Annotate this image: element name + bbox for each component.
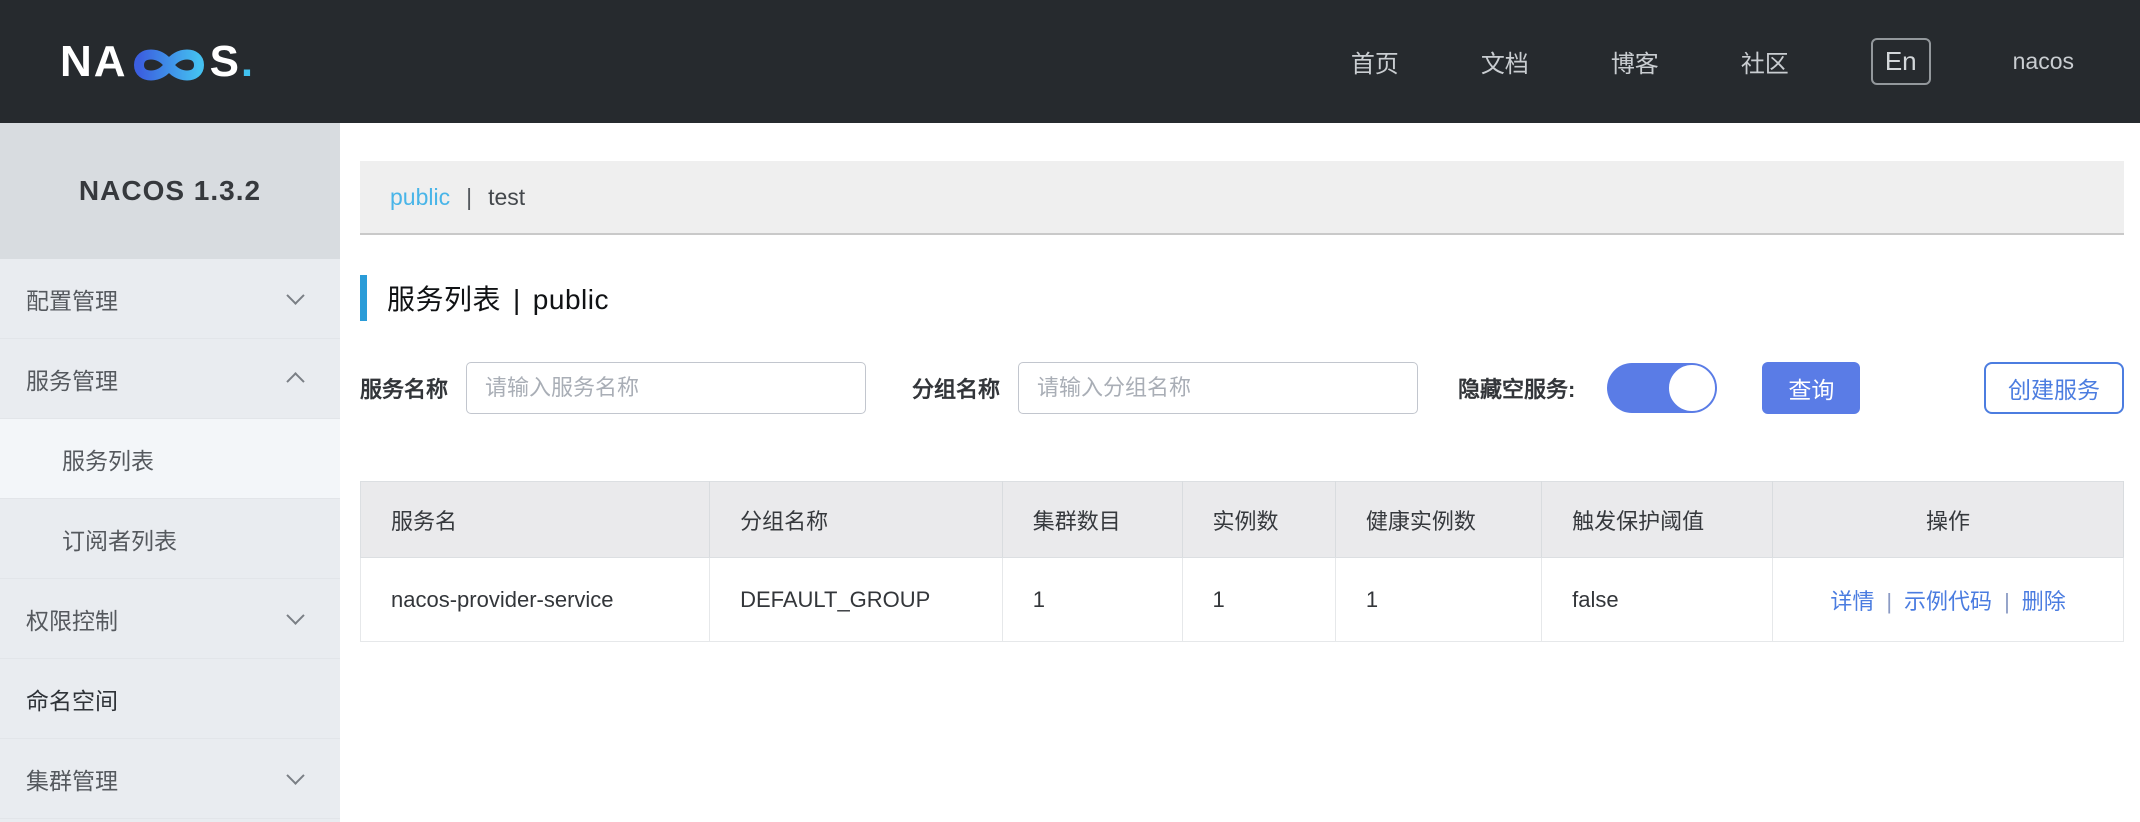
- main-content: public | test 服务列表|public 服务名称 分组名称 隐藏空服…: [340, 123, 2140, 822]
- sidebar-version: NACOS 1.3.2: [0, 123, 340, 259]
- top-nav: 首页 文档 博客 社区 En nacos: [1351, 38, 2074, 85]
- chevron-up-icon: [286, 372, 305, 391]
- cell-service-name: nacos-provider-service: [359, 557, 711, 642]
- table-row: nacos-provider-service DEFAULT_GROUP 1 1…: [359, 557, 2124, 642]
- page-title-text: 服务列表: [387, 283, 502, 315]
- cell-group-name: DEFAULT_GROUP: [709, 557, 1003, 642]
- username[interactable]: nacos: [2013, 48, 2074, 75]
- col-operations: 操作: [1772, 481, 2124, 558]
- delete-link[interactable]: 删除: [2022, 589, 2066, 614]
- sidebar-item-subscriber-list[interactable]: 订阅者列表: [0, 499, 340, 579]
- infinity-icon: [133, 49, 204, 80]
- namespace-tab-test[interactable]: test: [488, 184, 525, 211]
- nav-home[interactable]: 首页: [1351, 44, 1399, 79]
- sidebar-item-permission-control[interactable]: 权限控制: [0, 579, 340, 659]
- nav-docs[interactable]: 文档: [1481, 44, 1529, 79]
- page-title-namespace: public: [532, 283, 609, 315]
- service-name-label: 服务名称: [360, 377, 449, 402]
- cell-instance-count: 1: [1181, 557, 1336, 642]
- title-accent-bar: [360, 274, 367, 321]
- cell-healthy-instance-count: 1: [1334, 557, 1543, 642]
- sidebar-menu: 配置管理 服务管理 服务列表 订阅者列表 权限控制 命名空间 集群管理: [0, 259, 340, 819]
- group-name-input[interactable]: [1018, 362, 1419, 414]
- hide-empty-service-toggle[interactable]: [1607, 363, 1718, 413]
- chevron-down-icon: [286, 766, 305, 785]
- namespace-tab-bar: public | test: [360, 161, 2124, 235]
- nav-community[interactable]: 社区: [1741, 44, 1789, 79]
- logo-text-s: S: [209, 36, 241, 86]
- sidebar-item-cluster-management[interactable]: 集群管理: [0, 739, 340, 819]
- sidebar-item-config-management[interactable]: 配置管理: [0, 259, 340, 339]
- service-name-input[interactable]: [466, 362, 867, 414]
- sidebar: NACOS 1.3.2 配置管理 服务管理 服务列表 订阅者列表 权限控制 命名…: [0, 123, 340, 822]
- nav-blog[interactable]: 博客: [1611, 44, 1659, 79]
- chevron-down-icon: [286, 286, 305, 305]
- toggle-knob: [1668, 364, 1717, 412]
- cell-protect-threshold: false: [1541, 557, 1774, 642]
- col-cluster-count: 集群数目: [1002, 481, 1183, 558]
- nacos-console: NA S . 首页 文档 博客 社区 En nacos NACOS 1.3.2 …: [0, 0, 2140, 822]
- col-group-name: 分组名称: [709, 481, 1003, 558]
- col-service-name: 服务名: [359, 481, 711, 558]
- sidebar-item-namespace[interactable]: 命名空间: [0, 659, 340, 739]
- col-protect-threshold: 触发保护阈值: [1541, 481, 1774, 558]
- sample-code-link[interactable]: 示例代码: [1904, 589, 1992, 614]
- service-table: 服务名 分组名称 集群数目 实例数 健康实例数 触发保护阈值 操作 nacos-…: [359, 481, 2124, 642]
- create-service-button[interactable]: 创建服务: [1984, 362, 2124, 414]
- sidebar-item-service-management[interactable]: 服务管理: [0, 339, 340, 419]
- hide-empty-service-label: 隐藏空服务:: [1458, 377, 1576, 402]
- col-healthy-instance-count: 健康实例数: [1335, 481, 1543, 558]
- sidebar-item-service-list[interactable]: 服务列表: [0, 419, 340, 499]
- namespace-separator: |: [466, 183, 473, 210]
- logo-text-na: NA: [60, 36, 128, 86]
- query-button[interactable]: 查询: [1762, 362, 1861, 414]
- table-header: 服务名 分组名称 集群数目 实例数 健康实例数 触发保护阈值 操作: [359, 481, 2124, 558]
- logo-dot: .: [240, 36, 254, 86]
- top-header: NA S . 首页 文档 博客 社区 En nacos: [0, 0, 2140, 123]
- nacos-logo[interactable]: NA S .: [60, 37, 253, 87]
- detail-link[interactable]: 详情: [1830, 589, 1874, 614]
- col-instance-count: 实例数: [1182, 481, 1336, 558]
- language-toggle-button[interactable]: En: [1870, 38, 1931, 85]
- cell-operations: 详情 | 示例代码 | 删除: [1772, 557, 2124, 642]
- chevron-down-icon: [286, 606, 305, 625]
- namespace-tab-public[interactable]: public: [390, 184, 450, 211]
- filter-bar: 服务名称 分组名称 隐藏空服务: 查询 创建服务: [360, 362, 2124, 414]
- group-name-label: 分组名称: [912, 377, 1001, 402]
- cell-cluster-count: 1: [1001, 557, 1183, 642]
- page-title: 服务列表 | public: [360, 273, 2124, 322]
